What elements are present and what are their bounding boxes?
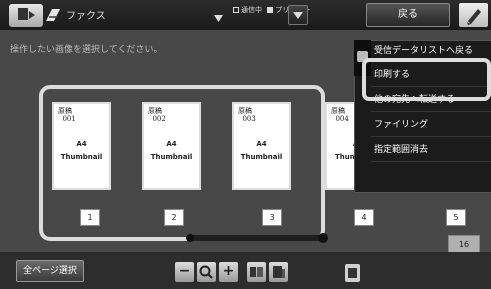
status-comm: 通信中: [241, 6, 262, 14]
instruction-text: 操作したい画像を選択してください。: [10, 45, 163, 55]
status-menu-button[interactable]: [288, 5, 308, 25]
page-number[interactable]: 1: [80, 209, 100, 226]
zoom-in-button[interactable]: +: [219, 262, 238, 282]
search-icon[interactable]: [197, 262, 216, 282]
menu-item-erase-range[interactable]: 指定範囲消去: [371, 138, 491, 162]
select-all-button[interactable]: 全ページ選択: [16, 260, 84, 282]
app-menu-icon[interactable]: [9, 4, 43, 27]
back-button[interactable]: 戻る: [366, 3, 450, 27]
page-number[interactable]: 4: [354, 209, 374, 226]
chevron-down-icon[interactable]: [214, 12, 223, 22]
pen-button[interactable]: [459, 3, 488, 27]
thumbnail-view-icon[interactable]: [247, 262, 266, 282]
pen-icon: [467, 9, 481, 25]
menu-item-filing[interactable]: ファイリング: [371, 113, 491, 137]
doc-icon[interactable]: [345, 264, 360, 282]
page-number[interactable]: 5: [446, 209, 466, 226]
scroll-handle-right[interactable]: [318, 233, 328, 243]
scroll-handle-left[interactable]: [186, 234, 194, 242]
zoom-out-button[interactable]: −: [175, 262, 194, 282]
chevron-down-icon: [293, 12, 303, 19]
printer-indicator-icon: [267, 7, 274, 13]
list-view-icon[interactable]: [269, 262, 288, 282]
horizontal-scrollbar[interactable]: [188, 235, 326, 241]
page-number[interactable]: 2: [164, 209, 184, 226]
thumbnail-header: 原稿 004: [331, 107, 349, 123]
page-number[interactable]: 3: [262, 209, 282, 226]
menu-highlight-frame: [362, 58, 491, 101]
comm-indicator-icon: [233, 7, 239, 13]
fax-icon: [44, 6, 62, 24]
app-title: ファクス: [66, 11, 106, 22]
